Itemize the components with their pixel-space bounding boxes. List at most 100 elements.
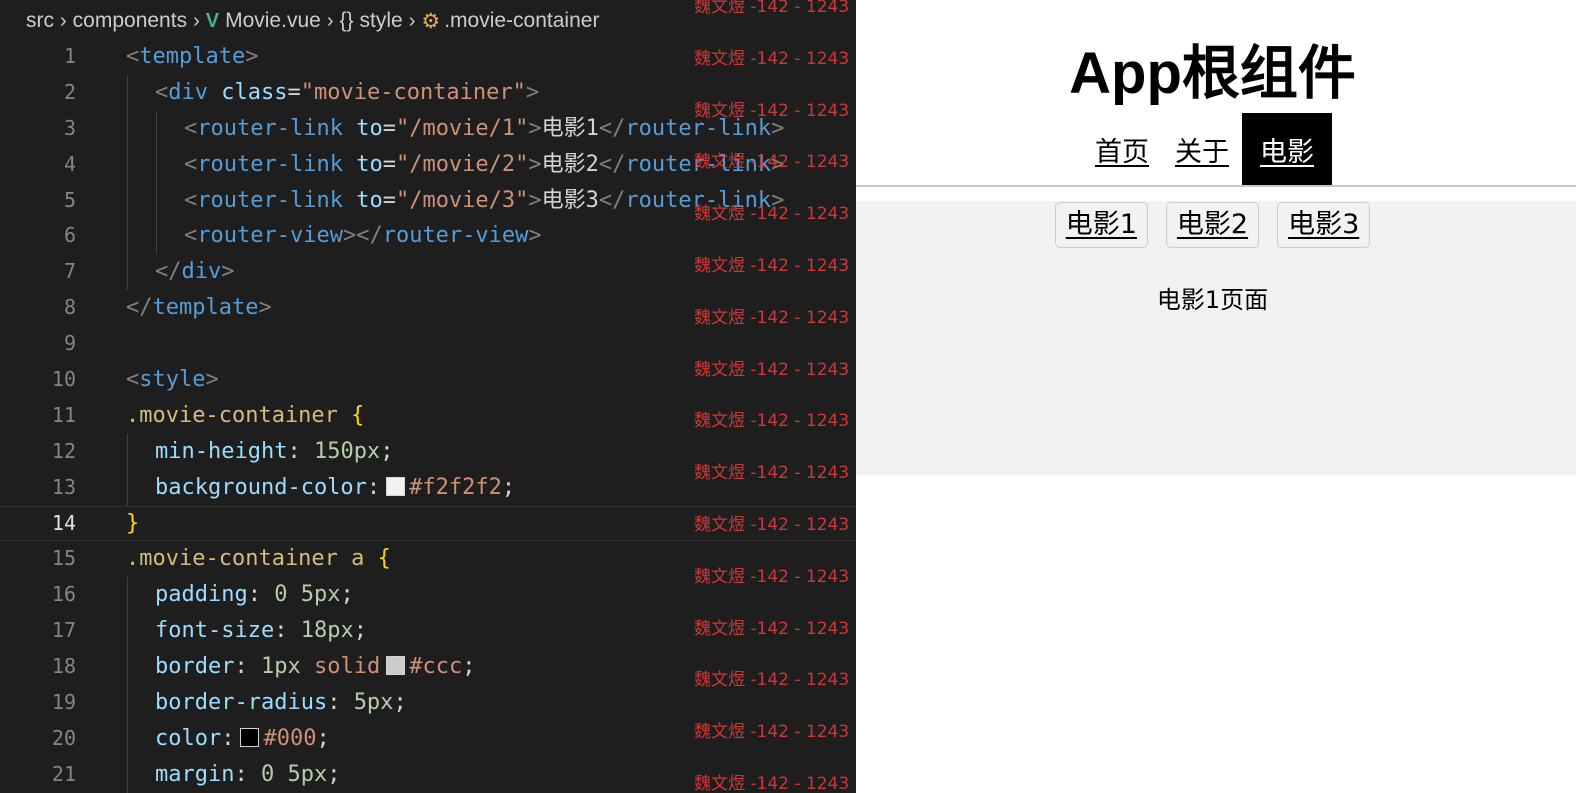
- nav-link-about[interactable]: 关于: [1162, 113, 1242, 185]
- line-number: 7: [63, 259, 76, 284]
- css-selector-icon: ⚙: [421, 9, 441, 33]
- code-line[interactable]: 9: [0, 326, 856, 362]
- code-line[interactable]: 18 border: 1px solid #ccc;: [0, 649, 856, 686]
- line-number: 3: [63, 115, 76, 140]
- code-token: :: [221, 725, 235, 751]
- code-token: 0 5px: [260, 761, 328, 787]
- browser-preview: App根组件 首页 关于 电影 电影1 电影2 电影3 电影1页面: [856, 0, 1576, 793]
- code-line[interactable]: 13 background-color: #f2f2f2;: [0, 469, 856, 506]
- movie-link-2[interactable]: 电影2: [1165, 202, 1260, 248]
- code-content: <router-link to="/movie/3">电影3</router-l…: [184, 183, 784, 219]
- code-line[interactable]: 4 <router-link to="/movie/2">电影2</router-…: [0, 146, 856, 183]
- code-token: .movie-container: [126, 402, 338, 428]
- indent-guide: [156, 218, 157, 255]
- code-line[interactable]: 12 min-height: 150px;: [0, 433, 856, 470]
- indent-guide: [127, 146, 128, 183]
- breadcrumb-item-components[interactable]: components: [73, 9, 187, 33]
- code-line[interactable]: 1 <template>: [0, 39, 856, 75]
- code-token: ></: [342, 223, 383, 249]
- code-token: border-radius: [155, 690, 328, 716]
- code-token: "/movie/2": [395, 151, 529, 177]
- code-line[interactable]: 16 padding: 0 5px;: [0, 577, 856, 614]
- code-token: router-view: [197, 223, 343, 249]
- code-token: to: [356, 151, 383, 177]
- code-line[interactable]: 15 .movie-container a {: [0, 541, 856, 577]
- code-token: >: [771, 151, 785, 177]
- code-line[interactable]: 7 </div>: [0, 254, 856, 291]
- code-line[interactable]: 10 <style>: [0, 362, 856, 398]
- code-token: :: [366, 474, 381, 500]
- code-line[interactable]: 11 .movie-container {: [0, 398, 856, 434]
- breadcrumb: src › components › V Movie.vue › {} styl…: [26, 6, 599, 36]
- code-token: <: [184, 151, 198, 177]
- indent-guide: [127, 469, 128, 506]
- code-line[interactable]: 8 </template>: [0, 290, 856, 326]
- code-token: ;: [316, 725, 330, 751]
- indent-guide: [127, 433, 128, 470]
- code-line[interactable]: 5 <router-link to="/movie/3">电影3</router-…: [0, 182, 856, 219]
- movie-link-3[interactable]: 电影3: [1277, 202, 1371, 248]
- code-token: >: [528, 187, 542, 213]
- code-line[interactable]: 3 <router-link to="/movie/1">电影1</router-…: [0, 110, 856, 147]
- nav-link-home[interactable]: 首页: [1082, 113, 1162, 185]
- code-token: margin: [155, 761, 235, 787]
- code-token: <: [184, 223, 198, 249]
- nav-link-movie[interactable]: 电影: [1242, 113, 1332, 185]
- breadcrumb-item-src[interactable]: src: [26, 9, 54, 33]
- code-token: font-size: [155, 618, 275, 644]
- movie-page-text: 电影1页面: [1156, 286, 1269, 314]
- code-token: border: [155, 654, 235, 680]
- code-token: 0 5px: [274, 582, 341, 608]
- code-line[interactable]: 14}: [0, 505, 856, 542]
- indent-guide: [127, 254, 128, 291]
- code-token: router-link: [197, 187, 343, 213]
- chevron-right-icon: ›: [326, 9, 334, 32]
- line-number: 15: [51, 546, 76, 571]
- app-title: App根组件: [1069, 41, 1356, 106]
- code-content: .movie-container {: [126, 398, 364, 434]
- indent-guide: [127, 182, 128, 219]
- code-line[interactable]: 6 <router-view></router-view>: [0, 218, 856, 255]
- code-content: </template>: [126, 290, 272, 326]
- code-content: <template>: [126, 39, 258, 75]
- code-content: <router-link to="/movie/1">电影1</router-l…: [184, 111, 784, 147]
- color-swatch-icon: [386, 476, 406, 496]
- breadcrumb-item-file[interactable]: Movie.vue: [225, 9, 321, 33]
- code-token: :: [327, 690, 354, 716]
- code-editor[interactable]: src › components › V Movie.vue › {} styl…: [0, 0, 856, 793]
- code-content: background-color: #f2f2f2;: [155, 470, 515, 506]
- code-line[interactable]: 20 color: #000;: [0, 720, 856, 757]
- code-token: >: [528, 223, 542, 249]
- code-token: =: [382, 115, 396, 141]
- breadcrumb-item-selector[interactable]: .movie-container: [444, 9, 599, 33]
- code-line[interactable]: 19 border-radius: 5px;: [0, 685, 856, 721]
- movie-link-1[interactable]: 电影1: [1054, 202, 1148, 248]
- indent-guide: [156, 146, 157, 183]
- code-token: "/movie/3": [395, 187, 529, 213]
- code-token: <: [126, 367, 140, 393]
- code-token: router-link: [625, 187, 772, 213]
- watermark-text: 魏文煜 -142 - 1243: [694, 0, 850, 17]
- code-content: <style>: [126, 362, 219, 398]
- code-token: =: [382, 151, 396, 177]
- code-line[interactable]: 2 <div class="movie-container">: [0, 74, 856, 111]
- code-token: padding: [155, 582, 248, 608]
- indent-guide: [156, 110, 157, 147]
- vue-file-icon: V: [205, 9, 220, 32]
- code-token: router-link: [625, 151, 772, 177]
- code-content: padding: 0 5px;: [155, 577, 354, 613]
- code-line[interactable]: 21 margin: 0 5px;: [0, 756, 856, 793]
- code-content: min-height: 150px;: [155, 434, 393, 470]
- breadcrumb-item-style[interactable]: style: [360, 9, 403, 33]
- code-token: >: [245, 44, 259, 69]
- code-area[interactable]: 1 <template> 2 <div class="movie-container"…: [0, 39, 856, 793]
- code-line[interactable]: 17 font-size: 18px;: [0, 613, 856, 650]
- code-content: border-radius: 5px;: [155, 685, 407, 721]
- code-token: 18px: [300, 618, 354, 644]
- code-content: <router-link to="/movie/2">电影2</router-l…: [184, 147, 784, 183]
- code-token: {: [351, 402, 365, 428]
- code-token: 150px: [313, 438, 381, 464]
